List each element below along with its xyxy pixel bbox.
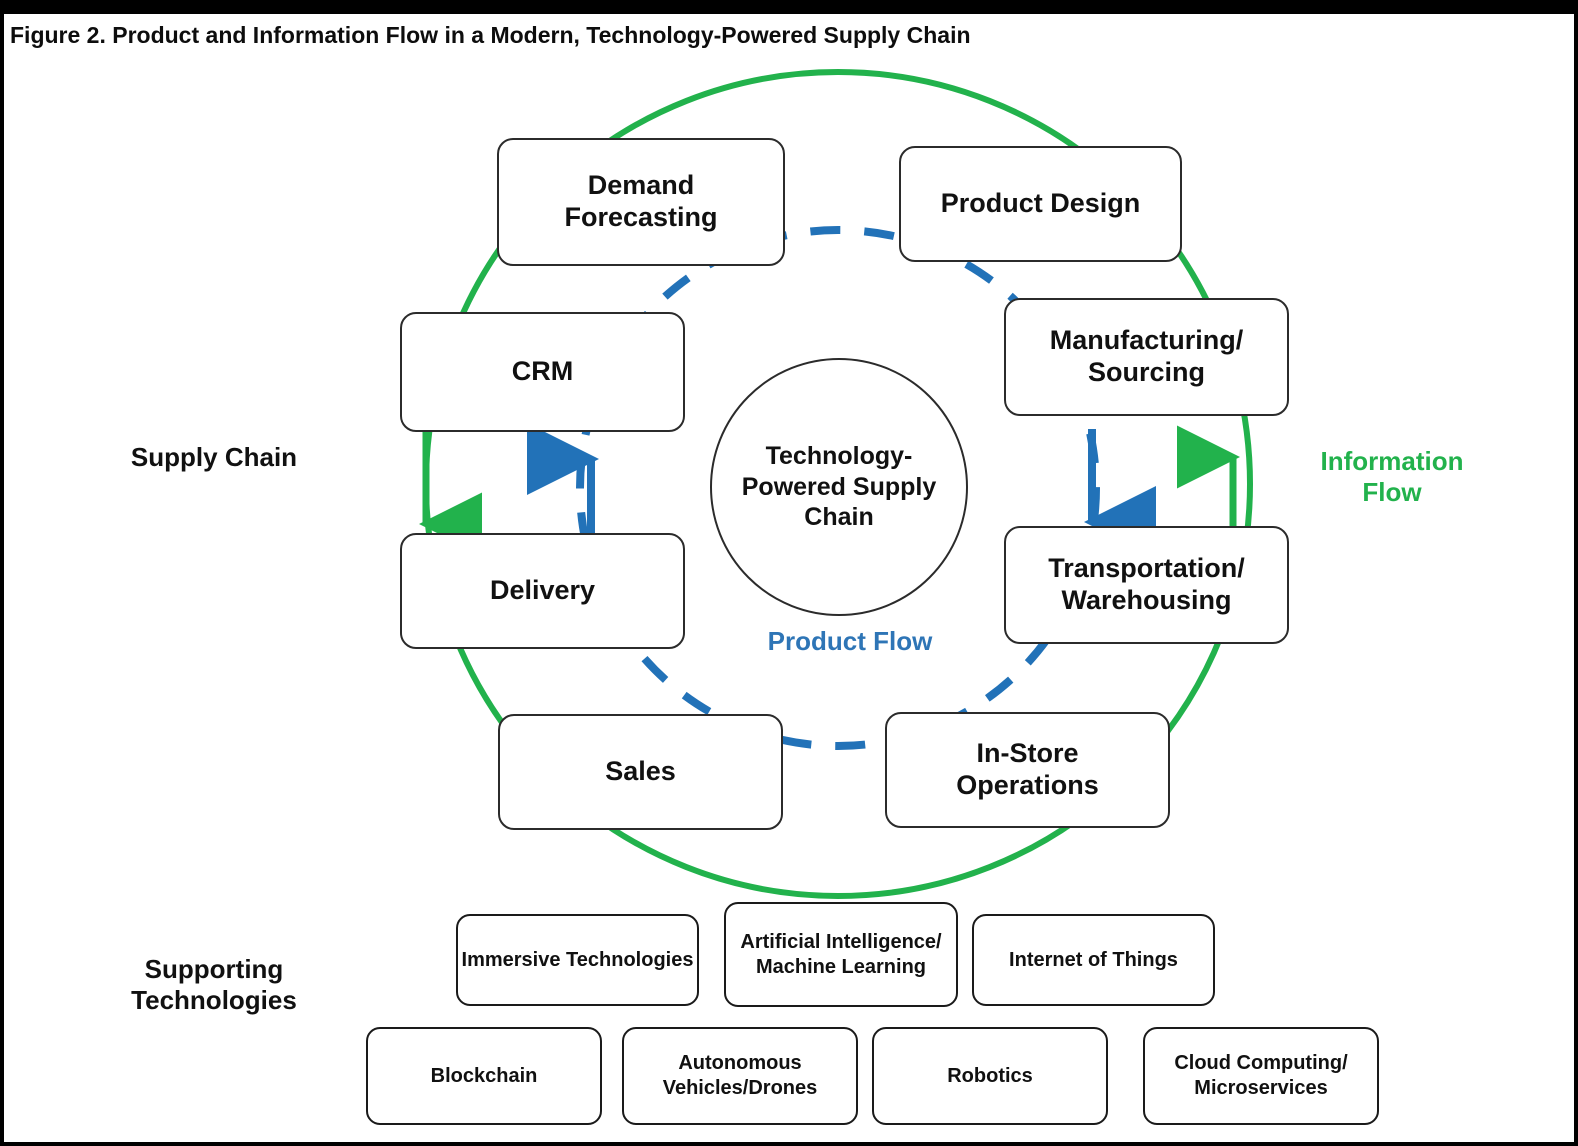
figure-canvas: Figure 2. Product and Information Flow i… (4, 14, 1574, 1142)
node-manufacturing-sourcing-line-1: Manufacturing/ (1049, 325, 1244, 356)
tech-ai-ml-line-2: Intelligence/ (826, 930, 942, 953)
node-in-store-operations-line-2: Operations (956, 770, 1099, 800)
product-flow-label-line-1: Product (767, 626, 866, 656)
node-sales-line-1: Sales (605, 756, 676, 787)
node-crm[interactable]: CRM (400, 312, 685, 432)
tech-robotics[interactable]: Robotics (872, 1027, 1108, 1125)
center-line-4: Chain (804, 503, 874, 532)
supply-chain-label-line-2: Chain (224, 442, 298, 472)
tech-immersive-technologies-line-2: Technologies (566, 948, 694, 971)
node-crm-line-1: CRM (511, 356, 574, 387)
tech-immersive-technologies[interactable]: Immersive Technologies (456, 914, 699, 1006)
tech-autonomous-vehicles-line-2: Vehicles/Drones (662, 1077, 818, 1099)
information-flow-label: Information Flow (1292, 446, 1492, 508)
center-line-2: Powered (741, 472, 846, 501)
node-product-design-line-1: Product Design (940, 188, 1141, 219)
supporting-technologies-label: Supporting Technologies (64, 954, 364, 1016)
node-delivery[interactable]: Delivery (400, 533, 685, 649)
figure-root: Figure 2. Product and Information Flow i… (0, 0, 1578, 1146)
figure-title: Figure 2. Product and Information Flow i… (10, 22, 971, 48)
tech-blockchain-line-1: Blockchain (430, 1064, 538, 1087)
tech-cloud-computing-line-1: Cloud Computing/ (1174, 1052, 1348, 1074)
tech-ai-ml-line-1: Artificial (740, 930, 821, 953)
tech-internet-of-things-line-1: Internet of Things (1009, 948, 1178, 971)
node-transportation-warehousing-line-1: Transportation/ (1048, 553, 1245, 584)
node-demand-forecasting-line-2: Forecasting (564, 202, 718, 232)
tech-cloud-computing[interactable]: Cloud Computing/ Microservices (1143, 1027, 1379, 1125)
center-line-3: Supply (852, 472, 937, 501)
supporting-technologies-label-line-1: Supporting (144, 954, 284, 984)
node-transportation-warehousing[interactable]: Transportation/ Warehousing (1004, 526, 1289, 644)
tech-immersive-technologies-line-1: Immersive (461, 948, 561, 971)
product-flow-label: Product Flow (760, 626, 940, 657)
center-line-1: Technology- (765, 442, 913, 471)
node-delivery-line-1: Delivery (489, 575, 596, 606)
node-sales[interactable]: Sales (498, 714, 783, 830)
center-circle: Technology- Powered Supply Chain (710, 358, 968, 616)
information-flow-label-line-1: Information (1320, 446, 1464, 476)
tech-robotics-line-1: Robotics (947, 1064, 1033, 1087)
tech-ai-ml[interactable]: Artificial Intelligence/ Machine Learnin… (724, 902, 958, 1007)
supply-chain-label: Supply Chain (114, 442, 314, 473)
tech-internet-of-things[interactable]: Internet of Things (972, 914, 1215, 1006)
tech-ai-ml-line-3: Machine Learning (755, 955, 927, 978)
node-manufacturing-sourcing-line-2: Sourcing (1087, 357, 1205, 387)
node-demand-forecasting[interactable]: Demand Forecasting (497, 138, 785, 266)
tech-cloud-computing-line-2: Microservices (1194, 1077, 1328, 1099)
node-demand-forecasting-line-1: Demand (587, 170, 695, 201)
node-transportation-warehousing-line-2: Warehousing (1061, 585, 1232, 615)
tech-autonomous-vehicles[interactable]: Autonomous Vehicles/Drones (622, 1027, 858, 1125)
tech-blockchain[interactable]: Blockchain (366, 1027, 602, 1125)
supporting-technologies-label-line-2: Technologies (131, 985, 297, 1016)
information-flow-label-line-2: Flow (1362, 477, 1422, 508)
node-in-store-operations-line-1: In-Store (976, 738, 1079, 769)
supply-chain-label-line-1: Supply (130, 442, 218, 472)
tech-autonomous-vehicles-line-1: Autonomous (678, 1052, 802, 1074)
node-in-store-operations[interactable]: In-Store Operations (885, 712, 1170, 828)
node-manufacturing-sourcing[interactable]: Manufacturing/ Sourcing (1004, 298, 1289, 416)
node-product-design[interactable]: Product Design (899, 146, 1182, 262)
product-flow-label-line-2: Flow (873, 626, 933, 656)
